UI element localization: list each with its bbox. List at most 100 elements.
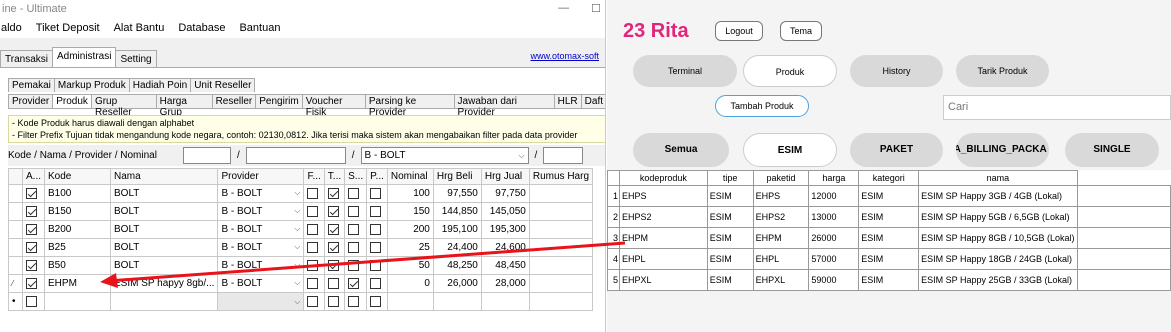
flag-checkbox[interactable] xyxy=(323,202,346,221)
tab-hlr[interactable]: HLR xyxy=(553,94,582,108)
flag-checkbox[interactable] xyxy=(303,256,325,275)
cell-provider[interactable]: ⌵ xyxy=(217,292,305,311)
cell-rumus-harga[interactable] xyxy=(528,256,594,275)
tab-markup-produk[interactable]: Markup Produk xyxy=(53,78,130,92)
cell-kategori[interactable]: ESIM xyxy=(858,248,920,270)
tab-voucher-fisik[interactable]: Voucher Fisik xyxy=(301,94,366,118)
tab-parsing-ke-provider[interactable]: Parsing ke Provider xyxy=(364,94,455,118)
cell-kategori[interactable]: ESIM xyxy=(858,206,920,228)
col-header-p[interactable]: P... xyxy=(366,168,388,185)
cell-rumus-harga[interactable] xyxy=(528,202,594,221)
aktif-checkbox[interactable] xyxy=(21,202,46,221)
tema-button[interactable]: Tema xyxy=(780,21,822,41)
filter-nominal-input[interactable] xyxy=(543,147,584,164)
flag-checkbox[interactable] xyxy=(344,238,368,257)
cell-harga[interactable]: 12000 xyxy=(808,185,860,207)
col-header-kategori[interactable]: kategori xyxy=(858,170,920,186)
cell-kategori[interactable]: ESIM xyxy=(858,227,920,249)
tab-jawaban-dari-provider[interactable]: Jawaban dari Provider xyxy=(453,94,555,118)
flag-checkbox[interactable] xyxy=(303,238,325,257)
flag-checkbox[interactable] xyxy=(366,256,388,275)
flag-checkbox[interactable] xyxy=(344,220,368,239)
col-header-nama[interactable]: nama xyxy=(918,170,1078,186)
table-row[interactable]: B200 BOLT B - BOLT ⌵ 200 195,100 195,300 xyxy=(8,220,594,239)
cell-hrg-jual[interactable]: 195,300 xyxy=(480,220,530,239)
minimize-icon[interactable]: — xyxy=(558,2,569,15)
cell-nominal[interactable]: 0 xyxy=(386,274,434,293)
col-header-f[interactable]: F... xyxy=(303,168,325,185)
aktif-checkbox[interactable] xyxy=(21,274,46,293)
cell-kodeproduk[interactable]: EHPL xyxy=(618,248,708,270)
cell-hrg-jual[interactable]: 145,050 xyxy=(480,202,530,221)
row-selector[interactable] xyxy=(8,256,23,275)
cell-kode[interactable]: B25 xyxy=(44,238,112,257)
cell-kode[interactable]: B100 xyxy=(44,184,112,203)
aktif-checkbox[interactable] xyxy=(21,238,46,257)
cell-hrg-beli[interactable] xyxy=(432,292,482,311)
flag-checkbox[interactable] xyxy=(366,238,388,257)
tab-daftar[interactable]: Daft xyxy=(580,94,605,108)
cell-tipe[interactable]: ESIM xyxy=(706,185,754,207)
table-row[interactable]: B50 BOLT B - BOLT ⌵ 50 48,250 48,450 xyxy=(8,256,594,275)
flag-checkbox[interactable] xyxy=(366,292,388,311)
flag-checkbox[interactable] xyxy=(344,184,368,203)
flag-checkbox[interactable] xyxy=(303,292,325,311)
menu-item-alat-bantu[interactable]: Alat Bantu xyxy=(114,22,165,34)
col-header-aktif[interactable]: A... xyxy=(21,168,46,185)
cell-nama[interactable]: ESIM SP hapyy 8gb/... xyxy=(110,274,219,293)
cell-kode[interactable]: B50 xyxy=(44,256,112,275)
flag-checkbox[interactable] xyxy=(344,256,368,275)
cell-harga[interactable]: 57000 xyxy=(808,248,860,270)
col-header-tipe[interactable]: tipe xyxy=(706,170,754,186)
menu-item-database[interactable]: Database xyxy=(178,22,225,34)
website-link[interactable]: www.otomax-soft xyxy=(530,51,599,61)
cell-tipe[interactable]: ESIM xyxy=(706,269,754,291)
cell-hrg-jual[interactable]: 48,450 xyxy=(480,256,530,275)
cell-nama[interactable]: BOLT xyxy=(110,220,219,239)
cell-hrg-beli[interactable]: 26,000 xyxy=(432,274,482,293)
cell-kode[interactable]: EHPM xyxy=(44,274,112,293)
col-header-t[interactable]: T... xyxy=(323,168,346,185)
aktif-checkbox[interactable] xyxy=(21,256,46,275)
table-row[interactable]: 5 EHPXL ESIM EHPXL 59000 ESIM ESIM SP Happy 25… xyxy=(607,269,1171,291)
cell-nama[interactable]: BOLT xyxy=(110,256,219,275)
col-header-paketid[interactable]: paketid xyxy=(752,170,810,186)
cell-nama[interactable]: ESIM SP Happy 3GB / 4GB (Lokal) xyxy=(918,185,1078,207)
cell-rumus-harga[interactable] xyxy=(528,274,594,293)
flag-checkbox[interactable] xyxy=(323,292,346,311)
flag-checkbox[interactable] xyxy=(344,292,368,311)
flag-checkbox[interactable] xyxy=(344,202,368,221)
table-row[interactable]: B100 BOLT B - BOLT ⌵ 100 97,550 97,750 xyxy=(8,184,594,203)
tab-pemakai[interactable]: Pemakai xyxy=(8,78,55,92)
cell-hrg-beli[interactable]: 195,100 xyxy=(432,220,482,239)
tab-provider[interactable]: Provider xyxy=(8,94,54,108)
cell-hrg-jual[interactable]: 28,000 xyxy=(480,274,530,293)
cell-provider[interactable]: B - BOLT ⌵ xyxy=(217,274,305,293)
flag-checkbox[interactable] xyxy=(303,220,325,239)
nav-produk[interactable]: Produk xyxy=(743,55,837,87)
cell-provider[interactable]: B - BOLT ⌵ xyxy=(217,202,305,221)
category-esim[interactable]: ESIM xyxy=(743,133,837,167)
cell-nama[interactable] xyxy=(110,292,219,311)
cell-nominal[interactable]: 200 xyxy=(386,220,434,239)
row-selector[interactable] xyxy=(8,184,23,203)
cell-hrg-beli[interactable]: 97,550 xyxy=(432,184,482,203)
col-header-nominal[interactable]: Nominal xyxy=(386,168,434,185)
flag-checkbox[interactable] xyxy=(323,256,346,275)
cell-provider[interactable]: B - BOLT ⌵ xyxy=(217,238,305,257)
cell-tipe[interactable]: ESIM xyxy=(706,248,754,270)
cell-tipe[interactable]: ESIM xyxy=(706,206,754,228)
table-row[interactable]: B25 BOLT B - BOLT ⌵ 25 24,400 24,600 xyxy=(8,238,594,257)
cell-harga[interactable]: 26000 xyxy=(808,227,860,249)
filter-nama-input[interactable] xyxy=(245,147,346,164)
cell-kode[interactable]: B200 xyxy=(44,220,112,239)
cell-kodeproduk[interactable]: EHPS2 xyxy=(618,206,708,228)
tab-reseller[interactable]: Reseller xyxy=(211,94,257,108)
row-selector[interactable] xyxy=(8,220,23,239)
flag-checkbox[interactable] xyxy=(303,184,325,203)
flag-checkbox[interactable] xyxy=(303,202,325,221)
cell-harga[interactable]: 13000 xyxy=(808,206,860,228)
row-selector[interactable] xyxy=(8,202,23,221)
cell-nama[interactable]: ESIM SP Happy 18GB / 24GB (Lokal) xyxy=(918,248,1078,270)
flag-checkbox[interactable] xyxy=(323,220,346,239)
